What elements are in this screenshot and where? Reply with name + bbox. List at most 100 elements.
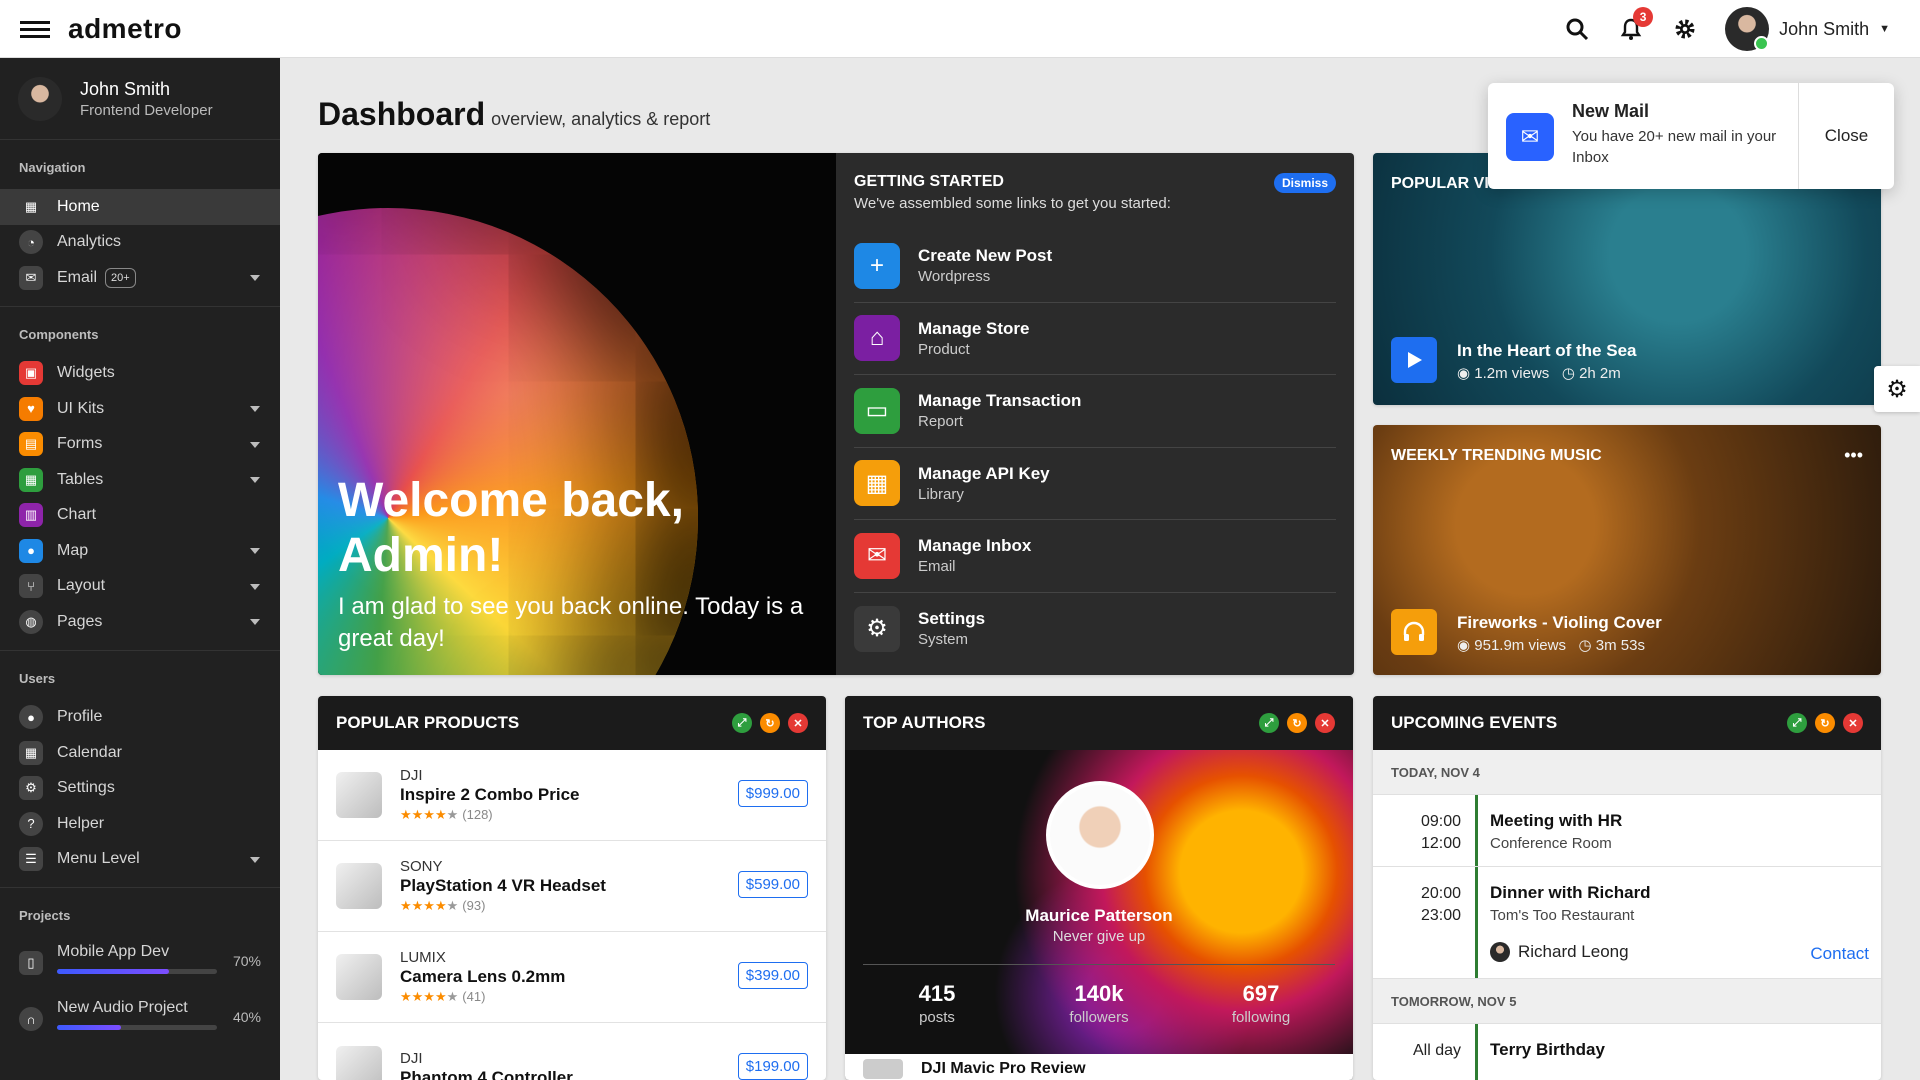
notification-close-button[interactable]: Close xyxy=(1798,83,1894,189)
event-time: 20:00 23:00 xyxy=(1373,867,1475,978)
sidebar-item-label: Menu Level xyxy=(57,850,140,868)
delete-icon[interactable]: ✕ xyxy=(1315,713,1335,733)
product-price[interactable]: $399.00 xyxy=(737,962,808,989)
gs-item-manage-inbox[interactable]: ✉ Manage Inbox Email xyxy=(854,520,1336,593)
notification-count-badge: 3 xyxy=(1633,7,1654,27)
delete-icon[interactable]: ✕ xyxy=(1843,713,1863,733)
delete-icon[interactable]: ✕ xyxy=(788,713,808,733)
sidebar-item-chart[interactable]: ▥ Chart xyxy=(0,498,280,534)
sidebar-item-settings[interactable]: ⚙ Settings xyxy=(0,771,280,807)
product-price[interactable]: $999.00 xyxy=(737,780,808,807)
expand-icon[interactable]: ⤢ xyxy=(1787,713,1807,733)
dismiss-button[interactable]: Dismiss xyxy=(1273,173,1336,193)
author-tagline: Never give up xyxy=(1052,928,1146,945)
product-row[interactable]: LUMIX Camera Lens 0.2mm ★★★★★ (41) $399.0… xyxy=(318,932,826,1023)
refresh-icon[interactable]: ↻ xyxy=(760,713,780,733)
sidebar-user-role: Frontend Developer xyxy=(80,101,213,119)
sidebar-item-calendar[interactable]: ▦ Calendar xyxy=(0,735,280,771)
author-name[interactable]: Maurice Patterson xyxy=(845,906,1353,926)
clock-icon: ◷ xyxy=(1561,365,1575,382)
contact-link[interactable]: Contact xyxy=(1810,944,1869,964)
sidebar-item-layout[interactable]: ⑂ Layout xyxy=(0,569,280,605)
sidebar-avatar xyxy=(18,76,62,121)
user-menu[interactable]: John Smith ▼ xyxy=(1725,7,1890,51)
event-body: Terry Birthday xyxy=(1475,1024,1881,1080)
sidebar-item-menu-level[interactable]: ☰ Menu Level xyxy=(0,842,280,878)
widgets-icon: ▣ xyxy=(19,361,43,386)
music-title[interactable]: Fireworks - Violing Cover xyxy=(1457,613,1662,633)
sidebar-item-widgets[interactable]: ▣ Widgets xyxy=(0,356,280,392)
bell-icon[interactable]: 3 xyxy=(1617,7,1654,43)
expand-icon[interactable]: ⤢ xyxy=(732,713,752,733)
store-icon: ⌂ xyxy=(854,315,900,362)
project-item[interactable]: ∩ New Audio Project 40% xyxy=(0,993,280,1049)
product-row[interactable]: SONY PlayStation 4 VR Headset ★★★★★ (93) … xyxy=(318,841,826,932)
expand-icon[interactable]: ⤢ xyxy=(1259,713,1279,733)
product-name: Phantom 4 Controller xyxy=(400,1067,573,1080)
author-post-row[interactable]: DJI Mavic Pro Review xyxy=(845,1054,1353,1080)
menu-toggle-icon[interactable] xyxy=(20,20,50,38)
gs-item-manage-store[interactable]: ⌂ Manage Store Product xyxy=(854,303,1336,375)
gear-icon: ⚙ xyxy=(854,605,900,652)
search-icon[interactable] xyxy=(1563,15,1591,43)
product-row[interactable]: DJI Phantom 4 Controller $199.00 xyxy=(318,1023,826,1080)
gs-item-settings[interactable]: ⚙ Settings System xyxy=(854,593,1336,666)
sidebar-item-tables[interactable]: ▦ Tables xyxy=(0,462,280,498)
author-avatar[interactable] xyxy=(1046,781,1154,889)
gear-icon[interactable] xyxy=(1671,15,1699,43)
user-icon: ● xyxy=(19,705,43,730)
sidebar-item-forms[interactable]: ▤ Forms xyxy=(0,427,280,463)
sidebar-heading: Components xyxy=(19,326,99,342)
settings-panel-toggle[interactable]: ⚙ xyxy=(1874,366,1920,412)
project-percent: 40% xyxy=(232,1009,261,1025)
plus-icon: + xyxy=(854,242,900,289)
product-image xyxy=(336,863,382,909)
sidebar-item-home[interactable]: ▦ Home xyxy=(0,189,280,225)
sidebar-item-label: Helper xyxy=(57,814,105,832)
product-review-count: (93) xyxy=(462,898,486,913)
sidebar-item-helper[interactable]: ? Helper xyxy=(0,806,280,842)
video-title[interactable]: In the Heart of the Sea xyxy=(1457,341,1636,361)
event-row[interactable]: 20:00 23:00 Dinner with Richard Tom's To… xyxy=(1373,867,1881,979)
gs-item-create-post[interactable]: + Create New Post Wordpress xyxy=(854,230,1336,303)
panel-header: POPULAR PRODUCTS ⤢ ↻ ✕ xyxy=(318,696,826,750)
sidebar-components: Components ▣ Widgets ♥ UI Kits ▤ Forms ▦ Tab… xyxy=(0,307,280,651)
product-brand: DJI xyxy=(400,1049,423,1067)
sidebar-profile[interactable]: John Smith Frontend Developer xyxy=(0,58,280,140)
sidebar-item-label: Layout xyxy=(57,577,106,595)
stat-value: 140k xyxy=(1074,981,1124,1006)
product-row[interactable]: DJI Inspire 2 Combo Price ★★★★★ (128) $99… xyxy=(318,750,826,841)
play-icon[interactable] xyxy=(1391,337,1437,383)
event-row[interactable]: 09:00 12:00 Meeting with HR Conference R… xyxy=(1373,795,1881,867)
gs-item-manage-api-key[interactable]: ▦ Manage API Key Library xyxy=(854,448,1336,520)
more-icon[interactable]: ••• xyxy=(1844,445,1863,466)
event-row[interactable]: All day Terry Birthday xyxy=(1373,1024,1881,1080)
sidebar-item-label: Calendar xyxy=(57,743,122,761)
sidebar-item-label: Chart xyxy=(57,506,97,524)
sidebar-item-map[interactable]: ● Map xyxy=(0,533,280,569)
refresh-icon[interactable]: ↻ xyxy=(1815,713,1835,733)
gs-item-manage-transaction[interactable]: ▭ Manage Transaction Report xyxy=(854,375,1336,448)
product-review-count: (41) xyxy=(462,989,486,1004)
credit-card-icon: ▭ xyxy=(854,387,900,434)
sidebar-item-email[interactable]: ✉ Email 20+ xyxy=(0,260,280,296)
refresh-icon[interactable]: ↻ xyxy=(1287,713,1307,733)
sidebar-item-analytics[interactable]: ◔ Analytics xyxy=(0,225,280,261)
getting-started-subtitle: We've assembled some links to get you st… xyxy=(854,195,1171,212)
clock-icon: ◷ xyxy=(1578,637,1592,654)
sidebar-item-pages[interactable]: ◍ Pages xyxy=(0,604,280,640)
chevron-down-icon xyxy=(250,548,260,554)
bar-chart-icon: ▥ xyxy=(19,503,43,528)
project-item[interactable]: ▯ Mobile App Dev 70% xyxy=(0,937,280,993)
product-price[interactable]: $199.00 xyxy=(737,1053,808,1080)
product-review-count: (128) xyxy=(462,807,493,822)
gs-item-name: Manage Store xyxy=(918,318,1030,338)
event-end: 23:00 xyxy=(1420,907,1461,925)
headphones-icon[interactable] xyxy=(1391,609,1437,655)
product-price[interactable]: $599.00 xyxy=(737,871,808,898)
brand-logo[interactable]: admetro xyxy=(68,13,182,45)
event-body: Dinner with Richard Tom's Too Restaurant… xyxy=(1475,867,1881,978)
sidebar-item-profile[interactable]: ● Profile xyxy=(0,700,280,736)
product-name: Camera Lens 0.2mm xyxy=(400,967,566,986)
sidebar-item-ui-kits[interactable]: ♥ UI Kits xyxy=(0,391,280,427)
